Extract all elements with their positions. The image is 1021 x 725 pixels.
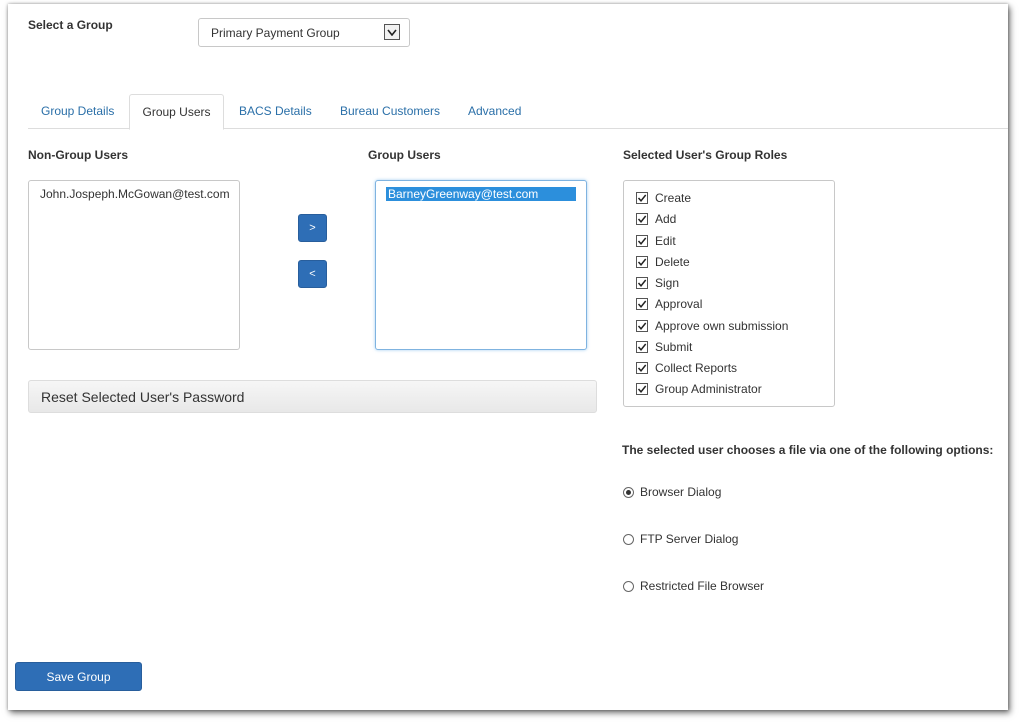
checkmark-icon — [637, 300, 647, 308]
tab-group-users[interactable]: Group Users — [129, 94, 224, 130]
option-label: FTP Server Dialog — [640, 532, 739, 546]
radio-button[interactable] — [623, 486, 634, 498]
checkbox[interactable] — [636, 235, 648, 247]
option-label: Restricted File Browser — [640, 579, 765, 593]
tab-advanced[interactable]: Advanced — [468, 94, 521, 129]
file-options-heading: The selected user chooses a file via one… — [622, 443, 994, 457]
role-submit[interactable]: Submit — [636, 339, 692, 355]
role-label: Collect Reports — [655, 361, 738, 375]
role-label: Add — [655, 212, 677, 226]
checkbox[interactable] — [636, 277, 648, 289]
role-delete[interactable]: Delete — [636, 254, 690, 270]
role-edit[interactable]: Edit — [636, 233, 676, 249]
checkbox[interactable] — [636, 213, 648, 225]
checkbox[interactable] — [636, 298, 648, 310]
tab-bar: Group Details Group Users BACS Details B… — [28, 94, 1008, 130]
checkbox[interactable] — [636, 362, 648, 374]
option-label: Browser Dialog — [640, 485, 722, 499]
checkmark-icon — [637, 385, 647, 393]
role-approve-own-submission[interactable]: Approve own submission — [636, 318, 788, 334]
reset-password-panel[interactable]: Reset Selected User's Password — [28, 380, 597, 413]
role-label: Group Administrator — [655, 382, 762, 396]
role-group-administrator[interactable]: Group Administrator — [636, 381, 762, 397]
role-add[interactable]: Add — [636, 211, 676, 227]
checkbox[interactable] — [636, 256, 648, 268]
checkmark-icon — [637, 237, 647, 245]
role-collect-reports[interactable]: Collect Reports — [636, 360, 737, 376]
checkmark-icon — [637, 364, 647, 372]
role-label: Sign — [655, 276, 680, 290]
group-select[interactable]: Primary Payment Group — [198, 18, 410, 47]
list-item[interactable]: John.Jospeph.McGowan@test.com — [40, 187, 230, 201]
save-group-button[interactable]: Save Group — [15, 662, 142, 691]
role-create[interactable]: Create — [636, 190, 691, 206]
group-settings-panel: Select a Group Primary Payment Group Gro… — [8, 4, 1008, 710]
reset-password-label[interactable]: Reset Selected User's Password — [41, 389, 244, 405]
group-roles-list: Create Add Edit Delete Sign Approval App… — [623, 180, 835, 407]
tab-group-details[interactable]: Group Details — [41, 94, 114, 129]
role-label: Submit — [655, 340, 693, 354]
group-select-value: Primary Payment Group — [211, 26, 340, 40]
checkbox[interactable] — [636, 383, 648, 395]
non-group-users-list[interactable]: John.Jospeph.McGowan@test.com — [28, 180, 240, 350]
role-label: Approval — [655, 297, 703, 311]
checkbox[interactable] — [636, 192, 648, 204]
add-to-group-button[interactable]: > — [298, 214, 327, 242]
select-group-label: Select a Group — [28, 18, 113, 32]
role-approval[interactable]: Approval — [636, 296, 702, 312]
list-item[interactable]: BarneyGreenway@test.com — [386, 187, 576, 201]
group-roles-heading: Selected User's Group Roles — [623, 148, 788, 162]
radio-button[interactable] — [623, 533, 634, 545]
checkmark-icon — [637, 258, 647, 266]
group-users-heading: Group Users — [368, 148, 441, 162]
tab-bureau-customers[interactable]: Bureau Customers — [340, 94, 440, 129]
radio-dot-icon — [626, 489, 631, 495]
chevron-down-icon[interactable] — [384, 24, 400, 40]
checkmark-icon — [637, 322, 647, 330]
checkbox[interactable] — [636, 320, 648, 332]
non-group-users-heading: Non-Group Users — [28, 148, 129, 162]
checkbox[interactable] — [636, 341, 648, 353]
remove-from-group-button[interactable]: < — [298, 260, 327, 288]
option-restricted-file-browser[interactable]: Restricted File Browser — [623, 579, 764, 593]
role-label: Delete — [655, 255, 690, 269]
radio-button[interactable] — [623, 580, 634, 592]
role-label: Approve own submission — [655, 319, 789, 333]
role-label: Create — [655, 191, 692, 205]
option-ftp-server-dialog[interactable]: FTP Server Dialog — [623, 532, 738, 546]
role-label: Edit — [655, 234, 676, 248]
group-users-list[interactable]: BarneyGreenway@test.com — [375, 180, 587, 350]
role-sign[interactable]: Sign — [636, 275, 679, 291]
tab-bacs-details[interactable]: BACS Details — [239, 94, 312, 129]
checkmark-icon — [637, 194, 647, 202]
checkmark-icon — [637, 343, 647, 351]
checkmark-icon — [637, 279, 647, 287]
option-browser-dialog[interactable]: Browser Dialog — [623, 485, 721, 499]
checkmark-icon — [637, 215, 647, 223]
